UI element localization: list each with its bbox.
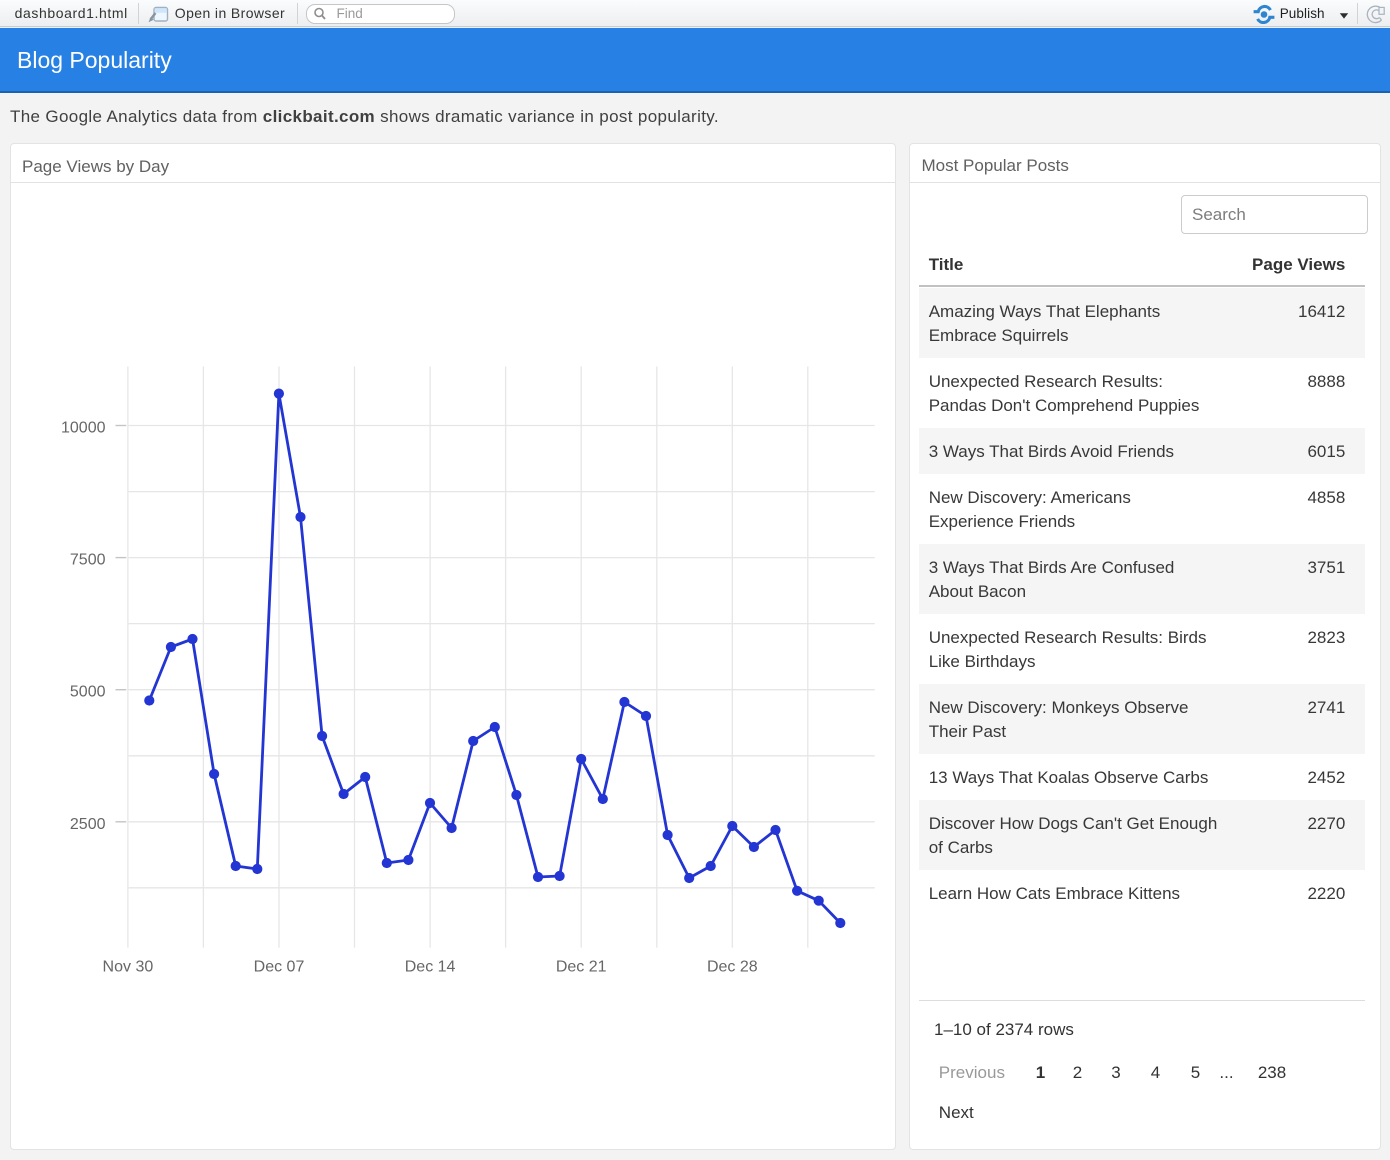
svg-text:Dec 21: Dec 21 xyxy=(556,959,607,976)
svg-text:Dec 07: Dec 07 xyxy=(254,959,305,976)
svg-text:Dec 28: Dec 28 xyxy=(707,959,758,976)
svg-text:10000: 10000 xyxy=(61,420,106,437)
svg-text:Dec 14: Dec 14 xyxy=(405,959,456,976)
svg-text:7500: 7500 xyxy=(70,552,106,569)
svg-text:2500: 2500 xyxy=(70,816,106,833)
svg-text:5000: 5000 xyxy=(70,684,106,701)
svg-text:Nov 30: Nov 30 xyxy=(103,959,154,976)
